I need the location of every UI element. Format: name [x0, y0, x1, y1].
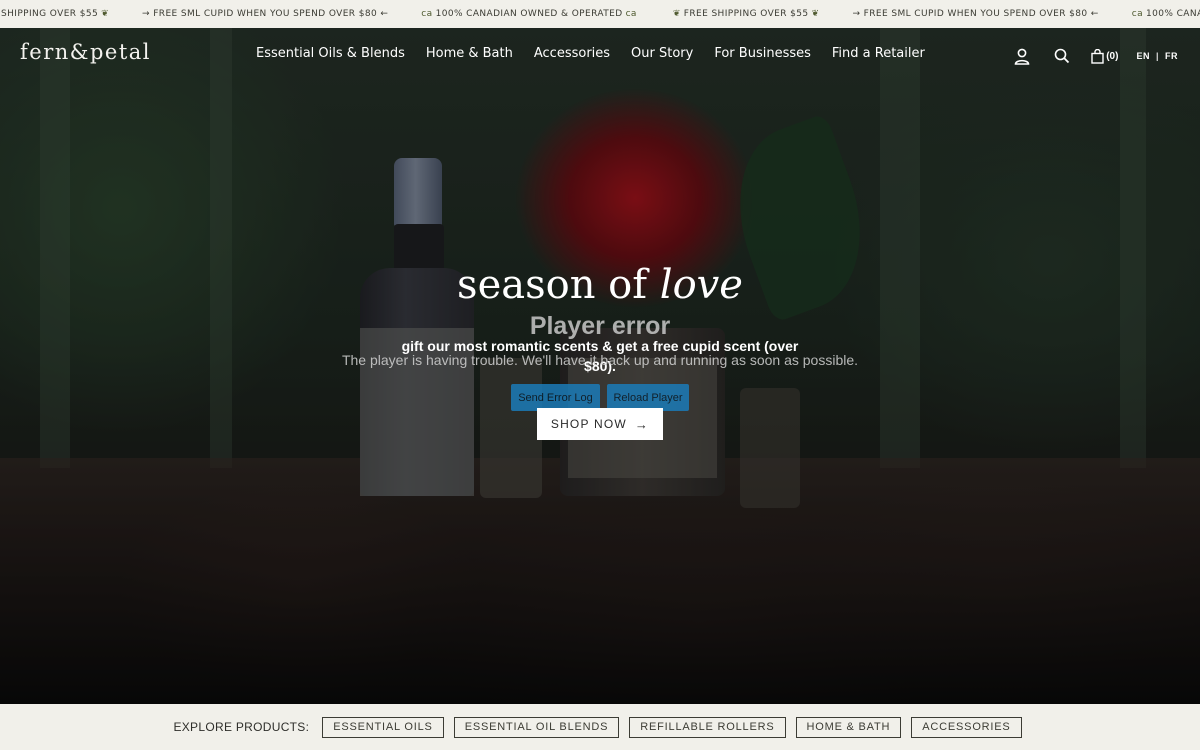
announcement-track: SHIPPING OVER $55 ❦ → FREE SML CUPID WHEN…	[0, 0, 1200, 28]
chip-essential-oils[interactable]: ESSENTIAL OILS	[322, 716, 444, 738]
shop-now-label: SHOP NOW	[550, 417, 627, 431]
user-icon[interactable]	[1011, 45, 1033, 67]
nav-find-retailer[interactable]: Find a Retailer	[832, 46, 925, 61]
shop-now-button[interactable]: SHOP NOW →	[537, 408, 663, 440]
shopping-bag-icon	[1091, 48, 1104, 64]
announcement-item: → FREE SML CUPID WHEN YOU SPEND OVER $80…	[852, 9, 1099, 19]
nav-for-businesses[interactable]: For Businesses	[714, 46, 811, 61]
send-error-log-button[interactable]: Send Error Log	[511, 384, 600, 411]
cart-button[interactable]: (0)	[1091, 48, 1119, 64]
canada-flag-icon: ca	[421, 9, 433, 19]
lang-separator: |	[1155, 51, 1159, 61]
explore-products-bar: EXPLORE PRODUCTS: ESSENTIAL OILS ESSENTI…	[0, 704, 1200, 750]
player-error-message: The player is having trouble. We'll have…	[341, 352, 859, 368]
header-actions: (0) EN | FR	[993, 45, 1178, 67]
maple-leaf-icon: ❦	[672, 9, 681, 19]
lang-fr[interactable]: FR	[1165, 51, 1178, 61]
hero-title: season of love	[457, 262, 743, 308]
announcement-item: SHIPPING OVER $55 ❦	[1, 9, 110, 19]
nav-home-bath[interactable]: Home & Bath	[426, 46, 513, 61]
chip-accessories[interactable]: ACCESSORIES	[911, 716, 1022, 738]
chip-home-bath[interactable]: HOME & BATH	[795, 716, 902, 738]
nav-essential-oils-blends[interactable]: Essential Oils & Blends	[256, 46, 405, 61]
lang-en[interactable]: EN	[1136, 51, 1150, 61]
announcement-item: ca 100% CANADIAN OWNED & OPERATED ca	[421, 9, 637, 19]
announcement-bar: SHIPPING OVER $55 ❦ → FREE SML CUPID WHEN…	[0, 0, 1200, 28]
chip-refillable-rollers[interactable]: REFILLABLE ROLLERS	[629, 716, 786, 738]
explore-label: EXPLORE PRODUCTS:	[173, 720, 310, 734]
main-nav: Essential Oils & Blends Home & Bath Acce…	[256, 46, 946, 61]
chip-essential-oil-blends[interactable]: ESSENTIAL OIL BLENDS	[453, 716, 620, 738]
canada-flag-icon: ca	[625, 9, 637, 19]
search-icon[interactable]	[1051, 45, 1073, 67]
reload-player-button[interactable]: Reload Player	[607, 384, 689, 411]
arrow-right-icon: →	[634, 416, 650, 432]
maple-leaf-icon: ❦	[101, 9, 110, 19]
site-header: fern&petal Essential Oils & Blends Home …	[0, 28, 1200, 84]
brand-logo[interactable]: fern&petal	[20, 40, 151, 64]
nav-accessories[interactable]: Accessories	[534, 46, 610, 61]
cart-count: (0)	[1106, 50, 1119, 62]
maple-leaf-icon: ❦	[811, 9, 820, 19]
player-error-actions: Send Error Log Reload Player	[511, 384, 689, 411]
announcement-item: ❦ FREE SHIPPING OVER $55 ❦	[672, 9, 820, 19]
announcement-item: → FREE SML CUPID WHEN YOU SPEND OVER $80…	[142, 9, 389, 19]
canada-flag-icon: ca	[1131, 9, 1144, 19]
nav-our-story[interactable]: Our Story	[631, 46, 693, 61]
hero-title-italic: love	[659, 262, 743, 308]
language-switcher: EN | FR	[1136, 51, 1178, 61]
announcement-item: ca100% CANADIAN OWNED & OPERATED	[1131, 9, 1200, 19]
